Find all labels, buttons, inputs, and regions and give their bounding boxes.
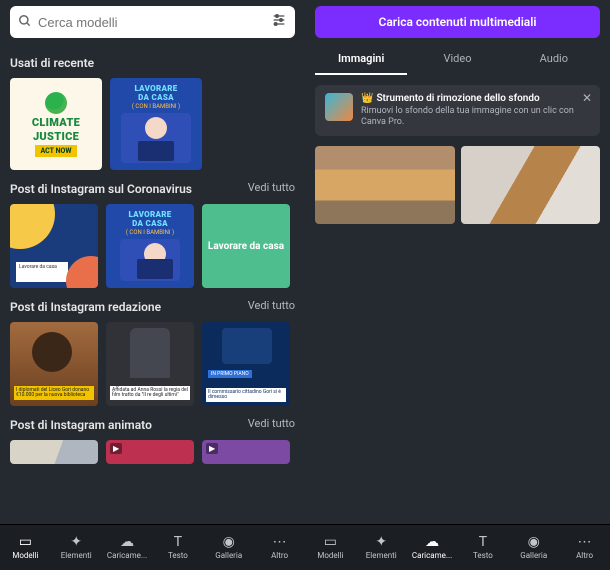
nav-caricamenti[interactable]: ☁ Caricame...	[407, 525, 458, 570]
banner-title: 👑Strumento di rimozione dello sfondo	[361, 93, 590, 104]
climate-line2: JUSTICE	[33, 131, 79, 142]
nav-elementi[interactable]: ✦ Elementi	[356, 525, 407, 570]
nav-label: Elementi	[366, 551, 397, 560]
nav-label: Elementi	[61, 551, 92, 560]
photo	[222, 328, 272, 364]
nav-modelli[interactable]: ▭ Modelli	[0, 525, 51, 570]
template-news-2[interactable]: Affidata ad Anna Rossi la regia del film…	[106, 322, 194, 406]
nav-label: Testo	[473, 551, 493, 560]
illustration	[121, 113, 191, 163]
template-lavorare-green[interactable]: Lavorare da casa	[202, 204, 290, 288]
elements-icon: ✦	[70, 535, 82, 549]
search-icon	[18, 13, 32, 32]
tab-audio[interactable]: Audio	[508, 44, 600, 75]
text-icon: T	[174, 535, 182, 549]
illustration	[120, 239, 180, 281]
bg-remover-icon	[325, 93, 353, 121]
news1-headline: I diplomati del Liceo Gori donano €10.00…	[14, 386, 94, 400]
crown-icon: 👑	[361, 93, 373, 104]
lav2-l3: ( CON I BAMBINI )	[126, 229, 174, 236]
nav-label: Modelli	[12, 551, 38, 560]
photo	[32, 332, 72, 372]
section-corona-title: Post di Instagram sul Coronavirus	[10, 182, 192, 196]
earth-icon	[45, 92, 67, 114]
redazione-see-all[interactable]: Vedi tutto	[248, 299, 295, 312]
news2-headline: Affidata ad Anna Rossi la regia del film…	[110, 386, 190, 400]
lavorare-l1: LAVORARE	[134, 84, 177, 93]
animato-see-all[interactable]: Vedi tutto	[248, 417, 295, 430]
more-icon: ⋯	[273, 535, 287, 549]
news3-headline: Il commissario cittadino Gori si è dimes…	[206, 388, 286, 402]
bottom-nav-left: ▭ Modelli ✦ Elementi ☁ Caricame... T Tes…	[0, 524, 305, 570]
media-tabs: Immagini Video Audio	[305, 44, 610, 75]
close-icon[interactable]: ✕	[582, 91, 592, 105]
section-animato-title: Post di Instagram animato	[10, 418, 152, 432]
template-anim-2[interactable]	[106, 440, 194, 464]
template-lavorare[interactable]: LAVORARE DA CASA ( CON I BAMBINI )	[110, 78, 202, 170]
banner-desc: Rimuovi lo sfondo della tua immagine con…	[361, 106, 590, 128]
photo	[130, 328, 170, 378]
nav-modelli[interactable]: ▭ Modelli	[305, 525, 356, 570]
nav-caricamenti[interactable]: ☁ Caricame...	[102, 525, 153, 570]
bottom-nav-right: ▭ Modelli ✦ Elementi ☁ Caricame... T Tes…	[305, 524, 610, 570]
nav-testo[interactable]: T Testo	[457, 525, 508, 570]
nav-galleria[interactable]: ◉ Galleria	[508, 525, 559, 570]
section-redazione-title: Post di Instagram redazione	[10, 300, 161, 314]
template-anim-3[interactable]	[202, 440, 290, 464]
nav-label: Galleria	[520, 551, 547, 560]
upload-media-button[interactable]: Carica contenuti multimediali	[315, 6, 600, 38]
tab-video[interactable]: Video	[411, 44, 503, 75]
template-news-1[interactable]: I diplomati del Liceo Gori donano €10.00…	[10, 322, 98, 406]
nav-label: Altro	[271, 551, 288, 560]
text-icon: T	[479, 535, 487, 549]
corona-see-all[interactable]: Vedi tutto	[248, 181, 295, 194]
nav-label: Caricame...	[412, 551, 452, 560]
nav-label: Caricame...	[107, 551, 147, 560]
camera-icon: ◉	[223, 535, 235, 549]
search-input[interactable]	[38, 15, 271, 30]
news3-tag: IN PRIMO PIANO	[208, 370, 252, 378]
lavorare-l3: ( CON I BAMBINI )	[132, 103, 180, 110]
abstract-label: Lavorare da casa	[16, 262, 68, 282]
more-icon: ⋯	[578, 535, 592, 549]
template-climate-justice[interactable]: CLIMATE JUSTICE ACT NOW	[10, 78, 102, 170]
green-text: Lavorare da casa	[208, 241, 284, 252]
template-lavorare-2[interactable]: LAVORARE DA CASA ( CON I BAMBINI )	[106, 204, 194, 288]
lavorare-l2: DA CASA	[138, 93, 174, 102]
template-anim-1[interactable]	[10, 440, 98, 464]
cloud-upload-icon: ☁	[120, 535, 134, 549]
nav-testo[interactable]: T Testo	[152, 525, 203, 570]
bg-remover-banner[interactable]: 👑Strumento di rimozione dello sfondo Rim…	[315, 85, 600, 136]
templates-icon: ▭	[19, 535, 32, 549]
sliders-icon[interactable]	[271, 12, 287, 32]
climate-line1: CLIMATE	[32, 117, 80, 128]
climate-badge: ACT NOW	[35, 145, 78, 157]
section-recent-title: Usati di recente	[10, 56, 295, 70]
elements-icon: ✦	[375, 535, 387, 549]
templates-icon: ▭	[324, 535, 337, 549]
uploaded-image-1[interactable]	[315, 146, 455, 224]
search-bar[interactable]	[10, 6, 295, 38]
nav-altro[interactable]: ⋯ Altro	[559, 525, 610, 570]
template-abstract[interactable]: Lavorare da casa	[10, 204, 98, 288]
nav-elementi[interactable]: ✦ Elementi	[51, 525, 102, 570]
nav-galleria[interactable]: ◉ Galleria	[203, 525, 254, 570]
camera-icon: ◉	[528, 535, 540, 549]
nav-label: Galleria	[215, 551, 242, 560]
cloud-upload-icon: ☁	[425, 535, 439, 549]
nav-altro[interactable]: ⋯ Altro	[254, 525, 305, 570]
uploaded-images	[315, 146, 600, 224]
template-news-3[interactable]: IN PRIMO PIANO Il commissario cittadino …	[202, 322, 290, 406]
nav-label: Modelli	[317, 551, 343, 560]
nav-label: Altro	[576, 551, 593, 560]
uploaded-image-2[interactable]	[461, 146, 601, 224]
tab-images[interactable]: Immagini	[315, 44, 407, 75]
lav2-l2: DA CASA	[132, 219, 168, 228]
nav-label: Testo	[168, 551, 188, 560]
lav2-l1: LAVORARE	[128, 210, 171, 219]
